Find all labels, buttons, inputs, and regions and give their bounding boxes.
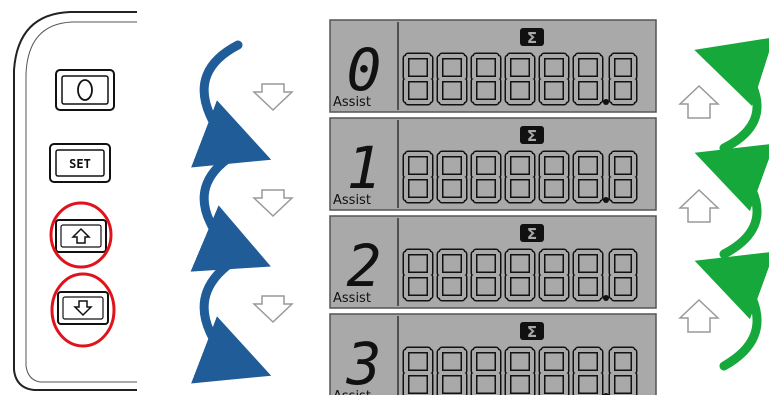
assist-level-digit: 2 [347, 232, 382, 300]
step-up-arrow-icon [678, 84, 720, 119]
svg-text:Σ: Σ [527, 225, 537, 243]
down-button[interactable] [50, 272, 116, 348]
lcd-panel-level-0: 0Assist Σ [329, 19, 657, 113]
assist-level-digit: 3 [346, 330, 382, 395]
power-button[interactable] [55, 69, 115, 111]
decimal-point [603, 197, 609, 203]
lcd-panel-level-2: 2Assist Σ [329, 215, 657, 309]
set-button-label: SET [69, 157, 91, 171]
up-flow-arrows [694, 37, 769, 371]
assist-label: Assist [333, 95, 371, 110]
step-down-arrow-icon [252, 189, 294, 218]
svg-text:Σ: Σ [527, 127, 537, 145]
down-flow-arrows [190, 40, 272, 384]
lcd-panel-level-1: 1Assist Σ [329, 117, 657, 211]
up-curve-arrow-1 [694, 37, 769, 153]
step-up-indicators [678, 84, 720, 333]
assist-label: Assist [333, 389, 371, 395]
svg-text:Σ: Σ [527, 323, 537, 341]
down-curve-arrow-2 [190, 147, 271, 272]
up-curve-arrow-2 [694, 143, 769, 259]
step-down-arrow-icon [252, 83, 294, 112]
step-up-arrow-icon [678, 298, 720, 333]
set-button[interactable]: SET [49, 143, 111, 183]
assist-label: Assist [333, 291, 371, 306]
svg-text:Σ: Σ [527, 29, 537, 47]
down-curve-arrow-1 [191, 40, 272, 168]
assist-level-digit: 0 [347, 36, 382, 104]
step-down-indicators [252, 83, 294, 324]
assist-level-diagram: SET 0AssistΣ1AssistΣ2AssistΣ3As [13, 11, 769, 395]
down-curve-arrow-3 [191, 253, 272, 384]
lcd-display-stack: 0AssistΣ1AssistΣ2AssistΣ3AssistΣ [329, 19, 657, 395]
assist-label: Assist [333, 193, 371, 208]
decimal-point [603, 99, 609, 105]
assist-level-digit: 1 [347, 134, 382, 202]
up-button[interactable] [49, 201, 113, 269]
decimal-point [603, 295, 609, 301]
controller-panel [13, 11, 137, 391]
step-down-arrow-icon [252, 295, 294, 324]
lcd-panel-level-3: 3Assist Σ [329, 313, 657, 395]
step-up-arrow-icon [678, 188, 720, 223]
up-curve-arrow-3 [694, 251, 769, 371]
